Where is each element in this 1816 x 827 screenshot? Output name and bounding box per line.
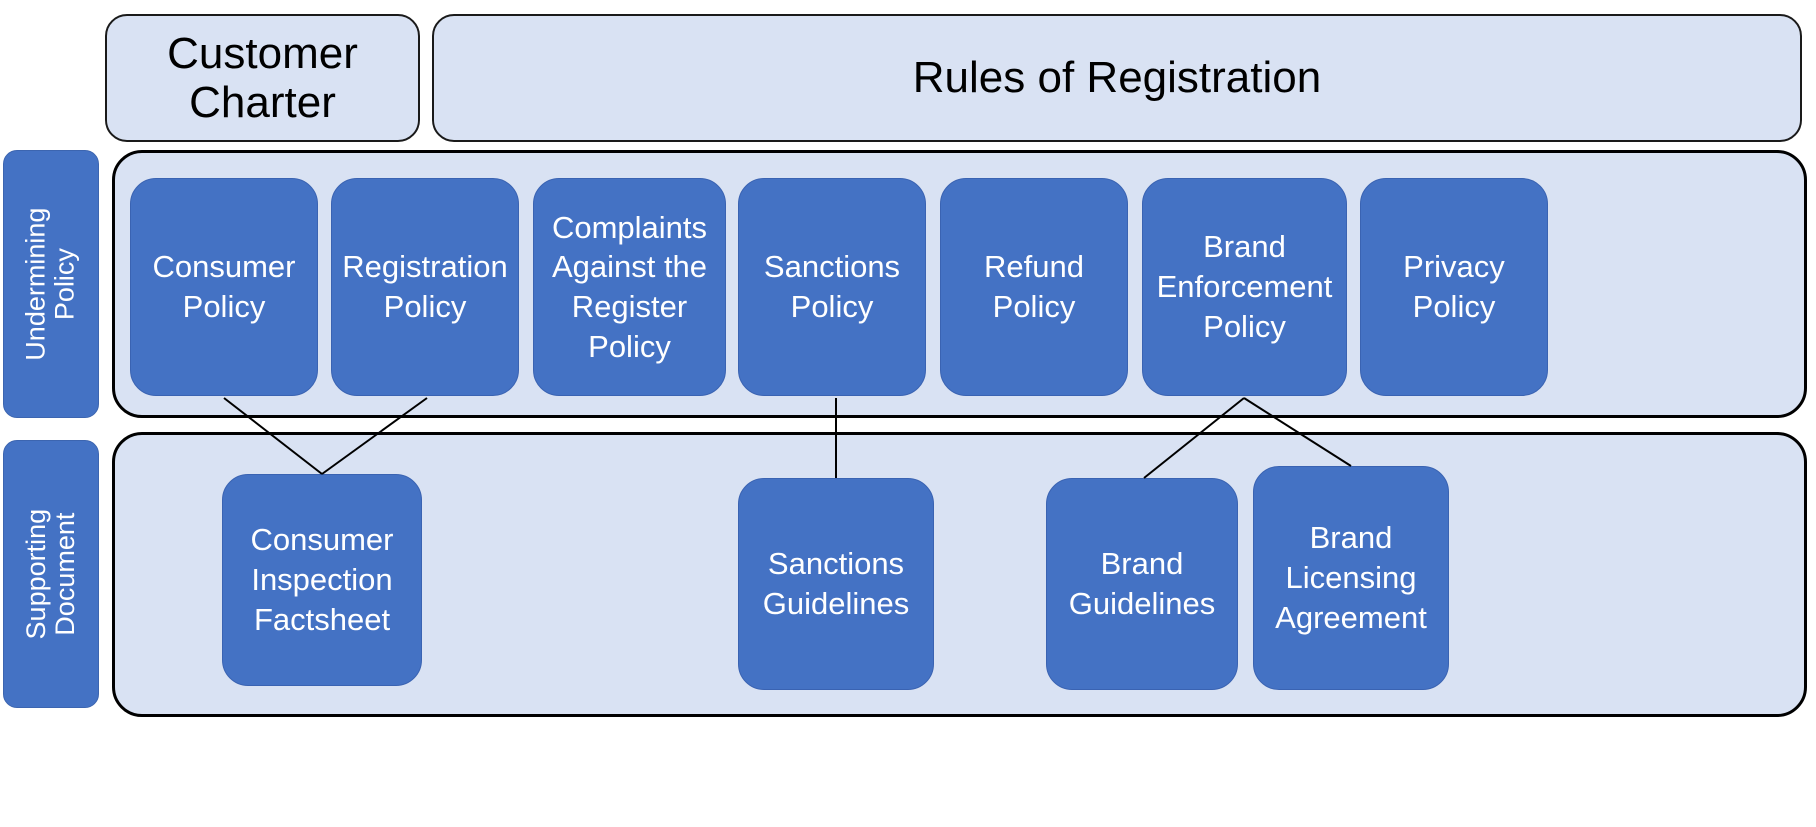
node-privacy-policy-label: Privacy Policy	[1403, 249, 1505, 324]
rail-supporting-document-text: Supporting Document	[20, 508, 81, 640]
node-brand-guidelines-label: Brand Guidelines	[1068, 546, 1216, 621]
node-complaints-against-the-register-policy-label: Complaints Against the Register Policy	[551, 209, 708, 364]
node-consumer-policy[interactable]: Consumer Policy	[130, 178, 318, 396]
node-brand-licensing-agreement[interactable]: Brand Licensing Agreement	[1253, 466, 1449, 690]
node-brand-enforcement-policy-label: Brand Enforcement Policy	[1156, 229, 1333, 344]
node-consumer-inspection-factsheet-label: Consumer Inspection Factsheet	[250, 522, 394, 637]
rail-supporting-document[interactable]: Supporting Document	[3, 440, 99, 708]
node-sanctions-guidelines[interactable]: Sanctions Guidelines	[738, 478, 934, 690]
node-refund-policy[interactable]: Refund Policy	[940, 178, 1128, 396]
node-registration-policy[interactable]: Registration Policy	[331, 178, 519, 396]
node-registration-policy-label: Registration Policy	[342, 249, 508, 324]
rail-undermining-policy-text: Undermining Policy	[20, 207, 81, 361]
title-box-customer-charter[interactable]: Customer Charter	[105, 14, 420, 142]
rail-undermining-policy-line2: Policy	[50, 247, 81, 321]
node-sanctions-policy-label: Sanctions Policy	[763, 249, 901, 324]
node-sanctions-guidelines-label: Sanctions Guidelines	[762, 546, 910, 621]
rail-supporting-document-line2: Document	[50, 512, 81, 636]
title-box-rules-of-registration[interactable]: Rules of Registration	[432, 14, 1802, 142]
node-brand-guidelines[interactable]: Brand Guidelines	[1046, 478, 1238, 690]
node-consumer-inspection-factsheet[interactable]: Consumer Inspection Factsheet	[222, 474, 422, 686]
diagram-canvas: Customer Charter Rules of Registration U…	[0, 0, 1816, 827]
node-refund-policy-label: Refund Policy	[984, 249, 1084, 324]
node-complaints-against-the-register-policy[interactable]: Complaints Against the Register Policy	[533, 178, 726, 396]
title-box-rules-of-registration-label: Rules of Registration	[912, 53, 1322, 103]
node-sanctions-policy[interactable]: Sanctions Policy	[738, 178, 926, 396]
rail-supporting-document-line1: Supporting	[20, 508, 51, 640]
rail-undermining-policy-line1: Undermining	[20, 207, 51, 361]
rail-undermining-policy[interactable]: Undermining Policy	[3, 150, 99, 418]
node-brand-licensing-agreement-label: Brand Licensing Agreement	[1275, 520, 1427, 635]
node-consumer-policy-label: Consumer Policy	[152, 249, 296, 324]
node-brand-enforcement-policy[interactable]: Brand Enforcement Policy	[1142, 178, 1347, 396]
title-box-customer-charter-label: Customer Charter	[167, 28, 358, 127]
node-privacy-policy[interactable]: Privacy Policy	[1360, 178, 1548, 396]
